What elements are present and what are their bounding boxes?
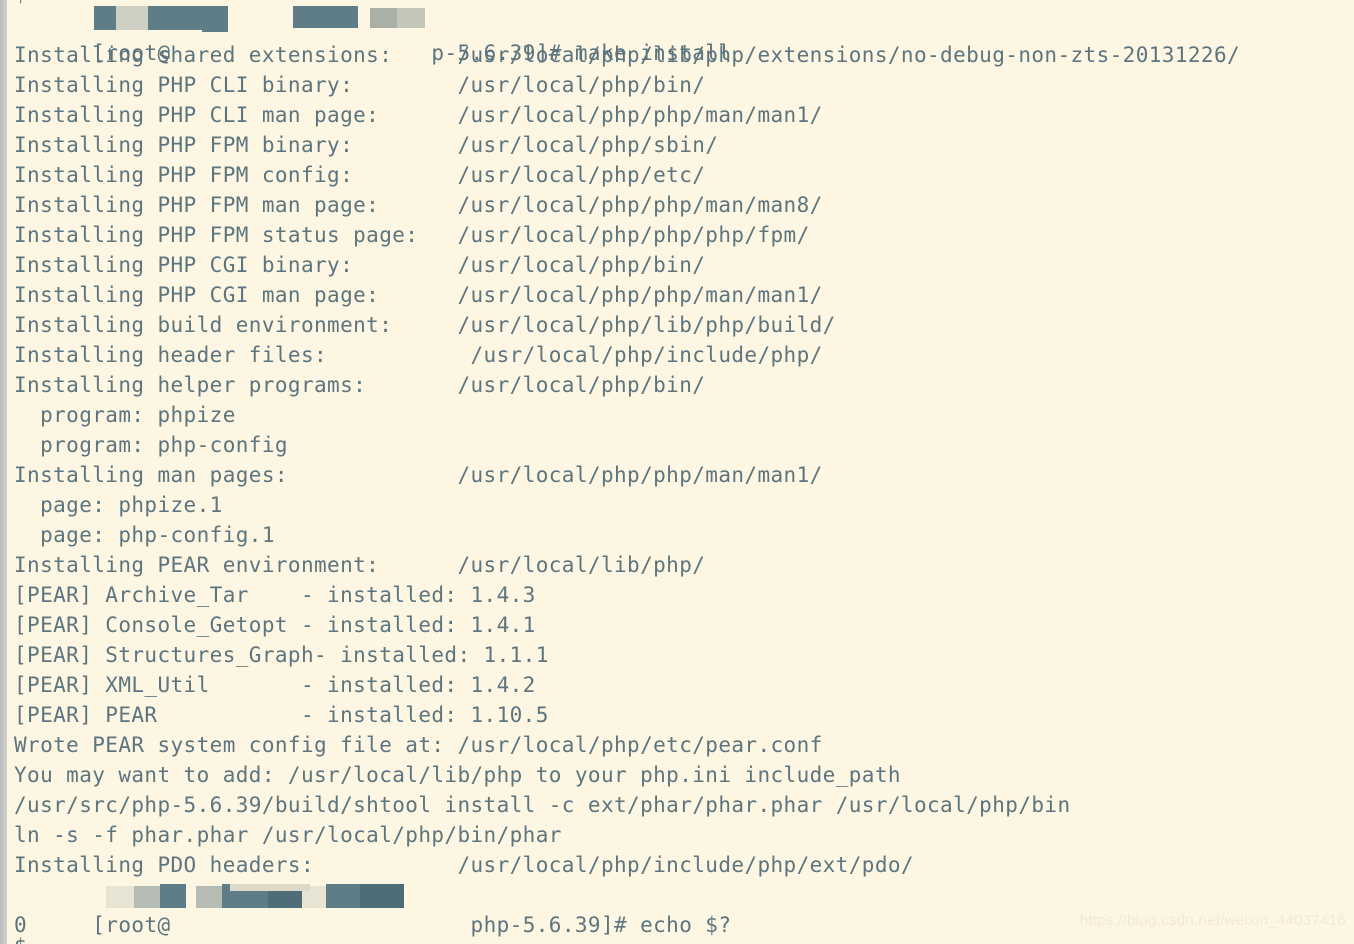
- terminal-output-line: Installing PHP CGI man page: /usr/local/…: [14, 283, 823, 307]
- terminal-output-line: Installing PHP FPM binary: /usr/local/ph…: [14, 133, 719, 157]
- clipped-bottom-line: $: [14, 932, 27, 944]
- prompt-suffix: php-5.6.39]#: [457, 913, 641, 937]
- prompt-redacted-host: [171, 913, 458, 937]
- terminal-output-line: [PEAR] PEAR - installed: 1.10.5: [14, 703, 549, 727]
- terminal-output-line: ln -s -f phar.phar /usr/local/php/bin/ph…: [14, 823, 562, 847]
- terminal-output-line: Installing PHP CGI binary: /usr/local/ph…: [14, 253, 706, 277]
- terminal-output-line: Wrote PEAR system config file at: /usr/l…: [14, 733, 823, 757]
- terminal-window: $ [root@ p-5.6.39]# make install Install…: [0, 0, 1354, 944]
- terminal-output-line: Installing PHP FPM man page: /usr/local/…: [14, 193, 823, 217]
- terminal-screen[interactable]: $ [root@ p-5.6.39]# make install Install…: [8, 0, 1354, 944]
- terminal-output-line: program: phpize: [14, 403, 236, 427]
- terminal-output-line: [PEAR] Console_Getopt - installed: 1.4.1: [14, 613, 536, 637]
- terminal-output-line: [PEAR] Archive_Tar - installed: 1.4.3: [14, 583, 536, 607]
- terminal-output-line: [PEAR] XML_Util - installed: 1.4.2: [14, 673, 536, 697]
- terminal-output-line: Installing PHP CLI binary: /usr/local/ph…: [14, 73, 706, 97]
- terminal-output-line: [PEAR] Structures_Graph- installed: 1.1.…: [14, 643, 549, 667]
- terminal-output-line: program: php-config: [14, 433, 288, 457]
- terminal-output-line: Installing build environment: /usr/local…: [14, 313, 836, 337]
- terminal-output-line: Installing man pages: /usr/local/php/php…: [14, 463, 823, 487]
- command-echo-exit-code: echo $?: [640, 913, 732, 937]
- prompt-prefix: [root@: [92, 913, 171, 937]
- terminal-output-line: Installing shared extensions: /usr/local…: [14, 43, 1241, 67]
- terminal-output-line: Installing helper programs: /usr/local/p…: [14, 373, 706, 397]
- terminal-output-line: page: phpize.1: [14, 493, 223, 517]
- terminal-output-line: Installing PEAR environment: /usr/local/…: [14, 553, 706, 577]
- terminal-scrollbar-gutter[interactable]: [0, 0, 7, 944]
- terminal-output-line: /usr/src/php-5.6.39/build/shtool install…: [14, 793, 1071, 817]
- terminal-output-line: page: php-config.1: [14, 523, 275, 547]
- terminal-output-line: Installing PHP FPM config: /usr/local/ph…: [14, 163, 706, 187]
- terminal-output-line: Installing PDO headers: /usr/local/php/i…: [14, 853, 914, 877]
- terminal-output-line: Installing header files: /usr/local/php/…: [14, 343, 823, 367]
- shell-prompt-line-bottom: [root@ php-5.6.39]# echo $?: [14, 880, 731, 944]
- terminal-output-line: You may want to add: /usr/local/lib/php …: [14, 763, 901, 787]
- scrollbar-thumb[interactable]: [0, 0, 7, 944]
- csdn-watermark: https://blog.csdn.net/weixin_44037416: [1079, 912, 1346, 929]
- terminal-output-line: Installing PHP CLI man page: /usr/local/…: [14, 103, 823, 127]
- terminal-output-line: Installing PHP FPM status page: /usr/loc…: [14, 223, 810, 247]
- clipped-top-line: $: [14, 0, 27, 8]
